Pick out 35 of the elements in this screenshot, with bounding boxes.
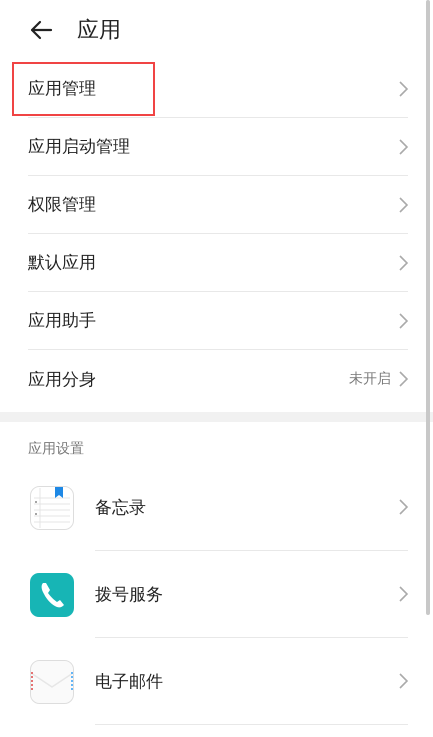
section-header: 应用设置 bbox=[27, 440, 85, 459]
app-item[interactable]: 电子邮件 bbox=[0, 638, 408, 725]
menu-item[interactable]: 应用管理 bbox=[28, 60, 408, 118]
item-label: 权限管理 bbox=[28, 194, 97, 216]
chevron-icon bbox=[399, 312, 408, 328]
item-label: 默认应用 bbox=[28, 252, 97, 274]
chevron-icon bbox=[399, 371, 408, 387]
menu-item[interactable]: 默认应用 bbox=[28, 234, 408, 292]
item-label: 应用分身 bbox=[28, 368, 97, 390]
status-text: 未开启 bbox=[349, 370, 391, 388]
chevron-icon bbox=[399, 254, 408, 270]
app-name: 备忘录 bbox=[95, 496, 147, 518]
chevron-icon bbox=[399, 673, 408, 689]
phone-icon bbox=[30, 572, 74, 616]
item-label: 应用助手 bbox=[28, 310, 97, 332]
chevron-icon bbox=[399, 80, 408, 96]
page-title: 应用 bbox=[77, 17, 121, 45]
app-name: 电子邮件 bbox=[95, 670, 164, 692]
chevron-icon bbox=[399, 196, 408, 212]
chevron-icon bbox=[399, 138, 408, 154]
notepad-icon bbox=[30, 486, 74, 530]
menu-item[interactable]: 应用启动管理 bbox=[28, 118, 408, 176]
item-label: 应用管理 bbox=[28, 78, 97, 100]
scrollbar[interactable] bbox=[426, 0, 430, 615]
menu-item[interactable]: 应用分身 未开启 bbox=[28, 350, 408, 408]
menu-item[interactable]: 应用助手 bbox=[28, 292, 408, 350]
app-item[interactable]: 备忘录 bbox=[0, 464, 408, 551]
item-label: 应用启动管理 bbox=[28, 136, 131, 158]
app-item[interactable]: 拨号服务 bbox=[0, 551, 408, 638]
back-icon[interactable] bbox=[29, 20, 53, 40]
envelope-icon bbox=[30, 660, 74, 704]
menu-item[interactable]: 权限管理 bbox=[28, 176, 408, 234]
app-name: 拨号服务 bbox=[95, 584, 164, 606]
chevron-icon bbox=[399, 586, 408, 602]
chevron-icon bbox=[399, 499, 408, 515]
